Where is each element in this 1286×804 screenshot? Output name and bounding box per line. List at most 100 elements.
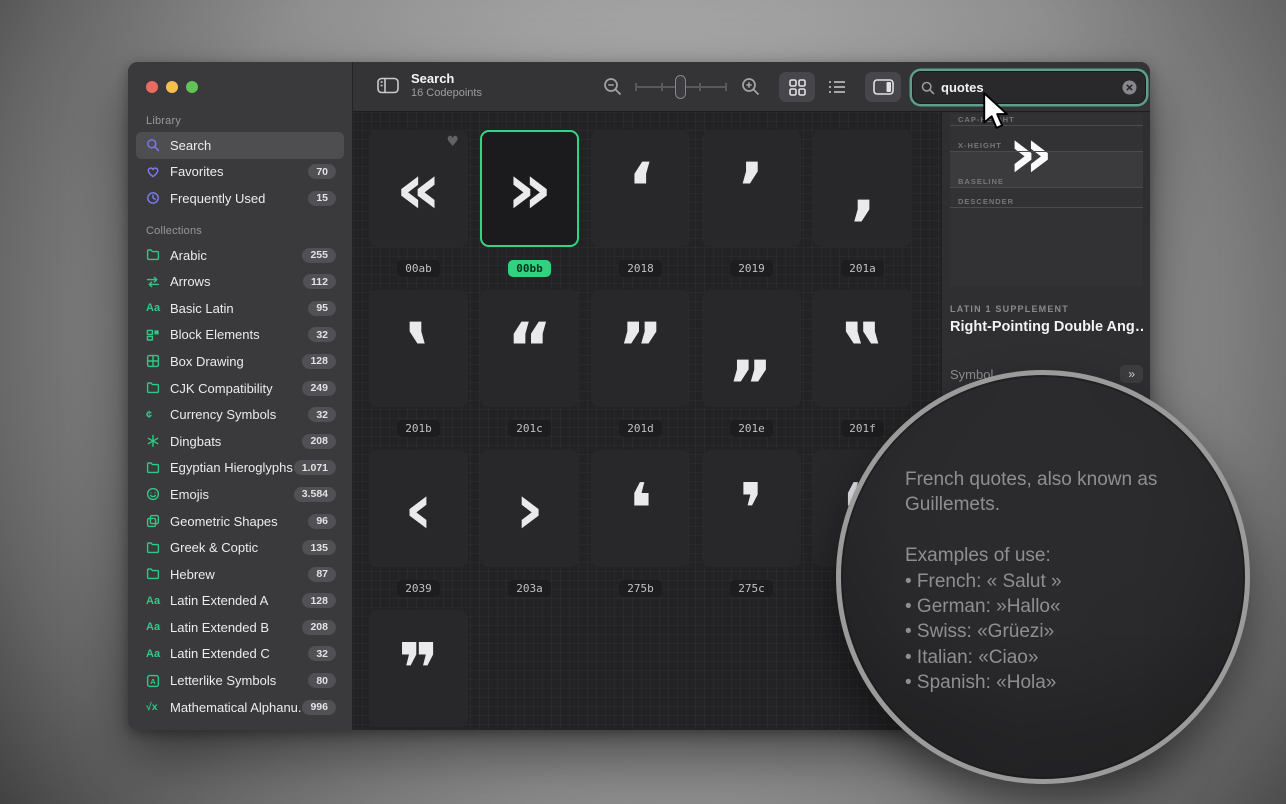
zoom-in-icon: [741, 77, 761, 97]
glyph-tile-2018[interactable]: ‘: [591, 130, 690, 247]
loupe-bullet-line: • Italian: «Ciao»: [905, 645, 1157, 670]
sidebar-item-latin-extended-c[interactable]: AaLatin Extended C32: [136, 641, 344, 668]
asterisk-icon: [146, 434, 170, 448]
sidebar-item-label: Latin Extended B: [170, 620, 302, 635]
search-input[interactable]: [941, 80, 1122, 95]
loupe-text-line: French quotes, also known as: [905, 467, 1157, 492]
sidebar-item-dingbats[interactable]: Dingbats208: [136, 428, 344, 455]
glyph-character: ‚: [849, 154, 876, 224]
codepoint-label: 00bb: [508, 260, 551, 277]
preview-glyph: »: [1008, 118, 1053, 188]
sidebar-item-latin-extended-b[interactable]: AaLatin Extended B208: [136, 614, 344, 641]
clear-search-icon[interactable]: [1122, 80, 1137, 95]
list-view-button[interactable]: [819, 72, 855, 102]
grid-view-button[interactable]: [779, 72, 815, 102]
sidebar-item-mathematical-alphanu[interactable]: √xMathematical Alphanu...996: [136, 694, 344, 721]
glyph-tile-201e[interactable]: „: [702, 290, 801, 407]
sidebar-item-egyptian-hieroglyphs[interactable]: Egyptian Hieroglyphs1.071: [136, 455, 344, 482]
zoom-in-button[interactable]: [741, 77, 761, 97]
glyph-tile-00bb[interactable]: »: [480, 130, 579, 247]
close-window-button[interactable]: [146, 81, 158, 93]
sidebar-item-greek-coptic[interactable]: Greek & Coptic135: [136, 534, 344, 561]
glyph-tile-275e[interactable]: ❞: [369, 610, 468, 727]
codepoint-label: 275b: [619, 580, 662, 597]
sidebar-item-label: Letterlike Symbols: [170, 673, 308, 688]
glyph-tile-00ab[interactable]: «♥: [369, 130, 468, 247]
slider-handle[interactable]: [675, 75, 686, 99]
sidebar-item-currency-symbols[interactable]: ¢Currency Symbols32: [136, 401, 344, 428]
magnifier-loupe: French quotes, also known asGuillemets.E…: [836, 370, 1250, 784]
glyph-size-slider[interactable]: [635, 86, 727, 88]
sidebar-item-letterlike-symbols[interactable]: ALetterlike Symbols80: [136, 667, 344, 694]
sidebar-item-search[interactable]: Search: [136, 132, 344, 159]
sidebar-item-label: Search: [170, 138, 336, 153]
sidebar-item-latin-extended-a[interactable]: AaLatin Extended A128: [136, 588, 344, 615]
sidebar-item-basic-latin[interactable]: AaBasic Latin95: [136, 295, 344, 322]
sidebar-item-frequently-used[interactable]: Frequently Used15: [136, 185, 344, 212]
favorite-heart-icon: ♥: [446, 135, 459, 149]
glyph-tile-201b[interactable]: ‛: [369, 290, 468, 407]
count-badge: 87: [308, 567, 336, 582]
codepoint-count: 16 Codepoints: [411, 87, 482, 99]
metric-guide-line: [950, 151, 1143, 152]
glyph-tile-2019[interactable]: ’: [702, 130, 801, 247]
glyph-cell-2019: ’2019: [702, 130, 801, 290]
sidebar-item-arrows[interactable]: Arrows112: [136, 268, 344, 295]
codepoint-label: 275c: [730, 580, 773, 597]
metric-guide-label: DESCENDER: [958, 197, 1014, 206]
glyph-tile-201c[interactable]: “: [480, 290, 579, 407]
window-controls: [146, 81, 198, 93]
svg-text:A: A: [150, 677, 156, 686]
codepoint-label: 201d: [619, 420, 662, 437]
aa-icon: Aa: [146, 595, 170, 607]
glyph-tile-201a[interactable]: ‚: [813, 130, 912, 247]
sidebar-item-label: Latin Extended A: [170, 593, 302, 608]
search-field[interactable]: [913, 72, 1145, 103]
sidebar-item-arabic[interactable]: Arabic255: [136, 242, 344, 269]
sidebar-item-favorites[interactable]: Favorites70: [136, 159, 344, 186]
view-title: Search 16 Codepoints: [411, 71, 482, 99]
glyph-cell-201d: ” 201d: [591, 290, 690, 450]
sidebar-item-geometric-shapes[interactable]: Geometric Shapes96: [136, 508, 344, 535]
folder-icon: [146, 381, 170, 395]
sidebar-section-header: Library: [146, 115, 352, 132]
count-badge: 3.584: [294, 487, 336, 502]
codepoint-label: 2039: [397, 580, 440, 597]
zoom-out-icon: [603, 77, 623, 97]
sidebar: LibrarySearchFavorites70Frequently Used1…: [128, 62, 352, 730]
glyph-tile-201d[interactable]: ”: [591, 290, 690, 407]
sidebar-item-box-drawing[interactable]: Box Drawing128: [136, 348, 344, 375]
glyph-tile-275b[interactable]: ❛: [591, 450, 690, 567]
glyph-tile-2039[interactable]: ‹: [369, 450, 468, 567]
toggle-inspector-button[interactable]: [865, 72, 901, 102]
codepoint-label: 2018: [619, 260, 662, 277]
blocks-icon: [146, 328, 170, 342]
sidebar-item-hebrew[interactable]: Hebrew87: [136, 561, 344, 588]
count-badge: 96: [308, 514, 336, 529]
sidebar-item-label: Favorites: [170, 164, 308, 179]
count-badge: 128: [302, 354, 336, 369]
glyph-name: Right-Pointing Double Ang…: [950, 319, 1143, 335]
count-badge: 208: [302, 620, 336, 635]
count-badge: 70: [308, 164, 336, 179]
glyph-character: «: [396, 154, 441, 224]
zoom-window-button[interactable]: [186, 81, 198, 93]
unicode-block-label: LATIN 1 SUPPLEMENT: [950, 304, 1143, 314]
minimize-window-button[interactable]: [166, 81, 178, 93]
zoom-out-button[interactable]: [603, 77, 623, 97]
glyph-character: ❜: [739, 474, 763, 544]
glyph-tile-203a[interactable]: ›: [480, 450, 579, 567]
property-value-badge[interactable]: »: [1120, 365, 1143, 383]
loupe-text-line: Guillemets.: [905, 492, 1157, 517]
loupe-text-line: [905, 518, 1157, 543]
count-badge: 32: [308, 327, 336, 342]
glyph-grid-row: ‛201b“201c”201d„201e‟201f: [369, 290, 941, 450]
glyph-cell-203a: ›203a: [480, 450, 579, 610]
glyph-tile-275c[interactable]: ❜: [702, 450, 801, 567]
glyph-tile-201f[interactable]: ‟: [813, 290, 912, 407]
glyph-character: ‘: [627, 154, 654, 224]
sidebar-item-block-elements[interactable]: Block Elements32: [136, 322, 344, 349]
sidebar-item-cjk-compatibility[interactable]: CJK Compatibility249: [136, 375, 344, 402]
sidebar-item-emojis[interactable]: Emojis3.584: [136, 481, 344, 508]
toggle-sidebar-button[interactable]: [377, 77, 399, 94]
